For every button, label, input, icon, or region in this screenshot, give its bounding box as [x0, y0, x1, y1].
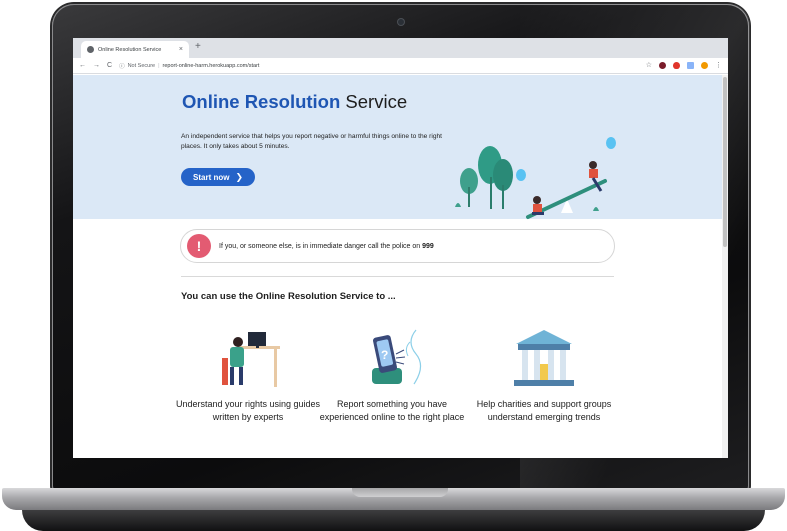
title-bold: Online Resolution: [182, 91, 341, 112]
section-divider: [181, 276, 614, 277]
warning-icon: !: [187, 234, 211, 258]
menu-icon[interactable]: ⋮: [715, 62, 722, 69]
star-icon[interactable]: ☆: [646, 62, 652, 69]
page-title: Online Resolution Service: [182, 91, 407, 113]
address-separator: |: [158, 62, 160, 69]
feature-understand-rights: Understand your rights using guides writ…: [173, 328, 323, 424]
url-text[interactable]: report-online-harm.herokuapp.com/start: [163, 63, 260, 69]
forward-button[interactable]: →: [93, 62, 100, 69]
profile-avatar[interactable]: [701, 62, 708, 69]
feature-report: ? Report something you have experienced …: [317, 328, 467, 424]
person-at-computer-illustration: [222, 332, 280, 387]
browser-toolbar: ← → C ⓘ Not Secure | report-online-harm.…: [73, 58, 728, 74]
seesaw-illustration: [455, 137, 616, 219]
feature-text-3: Help charities and support groups unders…: [476, 399, 612, 422]
alert-text: If you, or someone else, is in immediate…: [219, 243, 434, 250]
page-scrollbar[interactable]: [722, 75, 728, 458]
chevron-right-icon: ❯: [235, 171, 243, 182]
info-icon: ⓘ: [119, 63, 125, 70]
hero-description: An independent service that helps you re…: [181, 133, 442, 150]
tab-title: Online Resolution Service: [98, 46, 162, 53]
scroll-thumb[interactable]: [723, 77, 727, 247]
cast-icon[interactable]: [687, 62, 694, 69]
laptop-screen: Online Resolution Service × + ← → C ⓘ No…: [73, 38, 728, 458]
start-now-button[interactable]: Start now ❯: [181, 168, 255, 186]
emergency-number: 999: [422, 242, 434, 250]
alert-message: If you, or someone else, is in immediate…: [219, 242, 423, 250]
title-light: Service: [345, 91, 408, 112]
start-now-label: Start now: [193, 172, 230, 182]
favicon-icon: [87, 46, 94, 53]
feature-text-1: Understand your rights using guides writ…: [175, 399, 321, 422]
browser-tab[interactable]: Online Resolution Service ×: [81, 41, 189, 58]
ublock-icon[interactable]: [659, 62, 666, 69]
laptop-base-shadow: [22, 510, 765, 531]
feature-text-2: Report something you have experienced on…: [319, 399, 465, 422]
back-button[interactable]: ←: [79, 62, 86, 69]
laptop-opening-notch: [352, 488, 448, 497]
hero-banner: Online Resolution Service An independent…: [73, 75, 722, 219]
webcam-icon: [398, 19, 404, 25]
new-tab-button[interactable]: +: [195, 42, 201, 52]
close-tab-icon[interactable]: ×: [179, 46, 183, 53]
phone-report-illustration: ?: [372, 329, 422, 385]
institution-building-illustration: [514, 330, 574, 386]
web-page: Online Resolution Service An independent…: [73, 75, 728, 458]
emergency-alert: ! If you, or someone else, is in immedia…: [180, 229, 615, 263]
section-heading: You can use the Online Resolution Servic…: [181, 291, 396, 302]
browser-tab-bar: Online Resolution Service × +: [73, 38, 728, 58]
opera-icon[interactable]: [673, 62, 680, 69]
security-label: Not Secure: [127, 62, 156, 69]
reload-button[interactable]: C: [107, 62, 112, 69]
svg-text:?: ?: [381, 348, 388, 362]
address-bar[interactable]: ⓘ Not Secure | report-online-harm.heroku…: [119, 62, 639, 70]
feature-help-charities: Help charities and support groups unders…: [469, 328, 619, 424]
